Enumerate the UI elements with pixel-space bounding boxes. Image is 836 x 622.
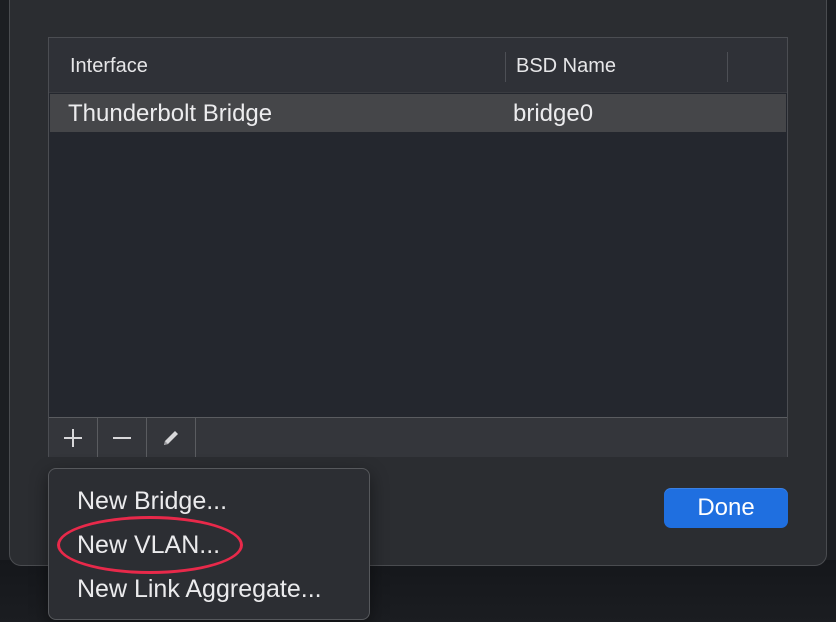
- table-header: Interface BSD Name: [49, 38, 787, 93]
- menu-item-new-bridge[interactable]: New Bridge...: [77, 487, 227, 516]
- table-toolbar: [49, 417, 787, 457]
- pencil-icon: [164, 430, 178, 445]
- column-divider[interactable]: [505, 52, 506, 82]
- menu-item-new-link-aggregate[interactable]: New Link Aggregate...: [77, 575, 322, 604]
- add-interface-menu: New Bridge... New VLAN... New Link Aggre…: [48, 468, 370, 620]
- interface-cell: Thunderbolt Bridge: [68, 100, 273, 127]
- column-divider[interactable]: [727, 52, 728, 82]
- column-header-bsd-name[interactable]: BSD Name: [516, 55, 616, 78]
- add-button[interactable]: [49, 418, 98, 457]
- column-header-interface[interactable]: Interface: [70, 55, 148, 78]
- done-button[interactable]: Done: [664, 488, 788, 528]
- interfaces-table: Interface BSD Name Thunderbolt Bridge br…: [48, 37, 788, 457]
- minus-icon: [113, 436, 131, 439]
- remove-button[interactable]: [98, 418, 147, 457]
- edit-button[interactable]: [147, 418, 196, 457]
- bsd-name-cell: bridge0: [513, 100, 594, 127]
- plus-icon: [64, 428, 82, 447]
- menu-item-new-vlan[interactable]: New VLAN...: [77, 531, 220, 560]
- table-row[interactable]: Thunderbolt Bridge bridge0: [50, 94, 786, 132]
